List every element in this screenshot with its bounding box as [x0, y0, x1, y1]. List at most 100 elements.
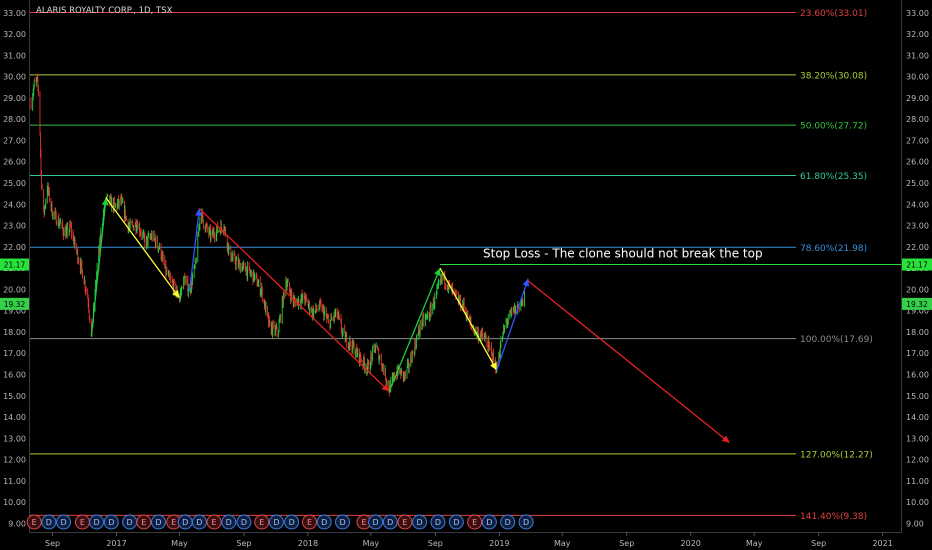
event-marker-label: D	[321, 518, 327, 527]
stop-loss-price-tag-left-text: 21.17	[4, 261, 26, 270]
event-marker-label: E	[141, 518, 146, 527]
event-marker-label: D	[273, 518, 279, 527]
chart-background	[0, 0, 932, 550]
x-tick-label: 2019	[489, 539, 509, 548]
fib-level-label: 50.00%(27.72)	[800, 122, 867, 132]
y-tick-label-right: 26.00	[906, 158, 929, 167]
fib-level-label: 78.60%(21.98)	[800, 244, 867, 254]
event-marker-label: D	[339, 518, 345, 527]
event-marker-label: E	[472, 518, 477, 527]
y-tick-label-right: 25.00	[906, 179, 929, 188]
y-tick-label-right: 11.00	[906, 477, 929, 486]
y-tick-label-right: 14.00	[906, 413, 929, 422]
fib-level-label: 23.60%(33.01)	[800, 9, 867, 19]
y-tick-label-left: 27.00	[3, 136, 26, 145]
y-tick-label-right: 29.00	[906, 94, 929, 103]
y-tick-label-right: 24.00	[906, 200, 929, 209]
event-marker-label: D	[417, 518, 423, 527]
event-marker-label: D	[60, 518, 66, 527]
price-chart[interactable]: 23.60%(33.01) 38.20%(30.08) 50.00%(27.72) 6…	[0, 0, 932, 550]
y-tick-label-right: 23.00	[906, 222, 929, 231]
y-tick-label-right: 10.00	[906, 498, 929, 507]
x-tick-label: May	[171, 539, 188, 548]
x-tick-label: May	[554, 539, 571, 548]
y-tick-label-left: 28.00	[3, 115, 26, 124]
y-tick-label-left: 18.00	[3, 328, 26, 337]
y-tick-label-right: 12.00	[906, 456, 929, 465]
y-tick-label-right: 31.00	[906, 51, 929, 60]
event-marker-label: D	[127, 518, 133, 527]
event-marker-label: D	[435, 518, 441, 527]
event-marker-label: E	[259, 518, 264, 527]
y-tick-label-left: 13.00	[3, 434, 26, 443]
event-marker-label: E	[307, 518, 312, 527]
event-marker-label: D	[486, 518, 492, 527]
y-tick-label-left: 30.00	[3, 73, 26, 82]
y-tick-label-right: 16.00	[906, 371, 929, 380]
event-marker-label: D	[46, 518, 52, 527]
y-tick-label-left: 9.00	[8, 519, 26, 528]
x-tick-label: 2020	[681, 539, 701, 548]
x-tick-label: Sep	[428, 539, 443, 548]
y-tick-label-left: 20.00	[3, 285, 26, 294]
x-tick-label: Sep	[45, 539, 60, 548]
event-marker-label: D	[505, 518, 511, 527]
y-tick-label-right: 17.00	[906, 349, 929, 358]
y-tick-label-left: 33.00	[3, 9, 26, 18]
x-tick-label: Sep	[811, 539, 826, 548]
y-tick-label-left: 10.00	[3, 498, 26, 507]
y-tick-label-right: 15.00	[906, 392, 929, 401]
y-tick-label-left: 15.00	[3, 392, 26, 401]
y-tick-label-right: 18.00	[906, 328, 929, 337]
y-tick-label-right: 32.00	[906, 30, 929, 39]
chart-title: ALARIS ROYALTY CORP., 1D, TSX	[36, 6, 173, 16]
y-tick-label-right: 9.00	[906, 519, 924, 528]
last-price-tag-left-text: 19.32	[4, 300, 26, 309]
x-tick-label: Sep	[236, 539, 251, 548]
y-tick-label-right: 33.00	[906, 9, 929, 18]
fib-level-label: 61.80%(25.35)	[800, 172, 867, 182]
x-tick-label: 2018	[298, 539, 318, 548]
y-tick-label-left: 14.00	[3, 413, 26, 422]
fib-level-label: 127.00%(12.27)	[800, 450, 873, 460]
y-tick-label-left: 22.00	[3, 243, 26, 252]
y-tick-label-right: 20.00	[906, 285, 929, 294]
event-marker-label: D	[289, 518, 295, 527]
stop-loss-note: Stop Loss - The clone should not break t…	[483, 247, 763, 261]
y-tick-label-left: 24.00	[3, 200, 26, 209]
event-marker-label: D	[453, 518, 459, 527]
event-marker-label: D	[94, 518, 100, 527]
stop-loss-price-tag-right-text: 21.17	[906, 261, 928, 270]
y-tick-label-left: 26.00	[3, 158, 26, 167]
event-marker-label: D	[196, 518, 202, 527]
fib-level-label: 141.40%(9.38)	[800, 512, 867, 522]
x-tick-label: Sep	[619, 539, 634, 548]
y-tick-label-left: 29.00	[3, 94, 26, 103]
event-marker-label: E	[402, 518, 407, 527]
last-price-tag-right-text: 19.32	[906, 300, 928, 309]
event-marker-label: E	[32, 518, 37, 527]
event-marker-label: E	[171, 518, 176, 527]
x-tick-label: 2017	[106, 539, 126, 548]
event-marker-label: D	[372, 518, 378, 527]
event-marker-label: D	[523, 518, 529, 527]
event-marker-label: D	[387, 518, 393, 527]
event-marker-label: D	[182, 518, 188, 527]
x-tick-label: May	[363, 539, 380, 548]
y-tick-label-left: 25.00	[3, 179, 26, 188]
y-tick-label-left: 11.00	[3, 477, 26, 486]
x-tick-label: May	[746, 539, 763, 548]
y-tick-label-right: 22.00	[906, 243, 929, 252]
event-marker-label: D	[155, 518, 161, 527]
y-tick-label-left: 16.00	[3, 371, 26, 380]
fib-level-label: 100.00%(17.69)	[800, 335, 873, 345]
y-tick-label-right: 27.00	[906, 136, 929, 145]
y-tick-label-right: 13.00	[906, 434, 929, 443]
y-tick-label-left: 12.00	[3, 456, 26, 465]
y-tick-label-left: 17.00	[3, 349, 26, 358]
x-tick-label: 2021	[872, 539, 892, 548]
y-tick-label-right: 28.00	[906, 115, 929, 124]
event-marker-label: D	[241, 518, 247, 527]
event-marker-label: E	[362, 518, 367, 527]
y-tick-label-right: 30.00	[906, 73, 929, 82]
